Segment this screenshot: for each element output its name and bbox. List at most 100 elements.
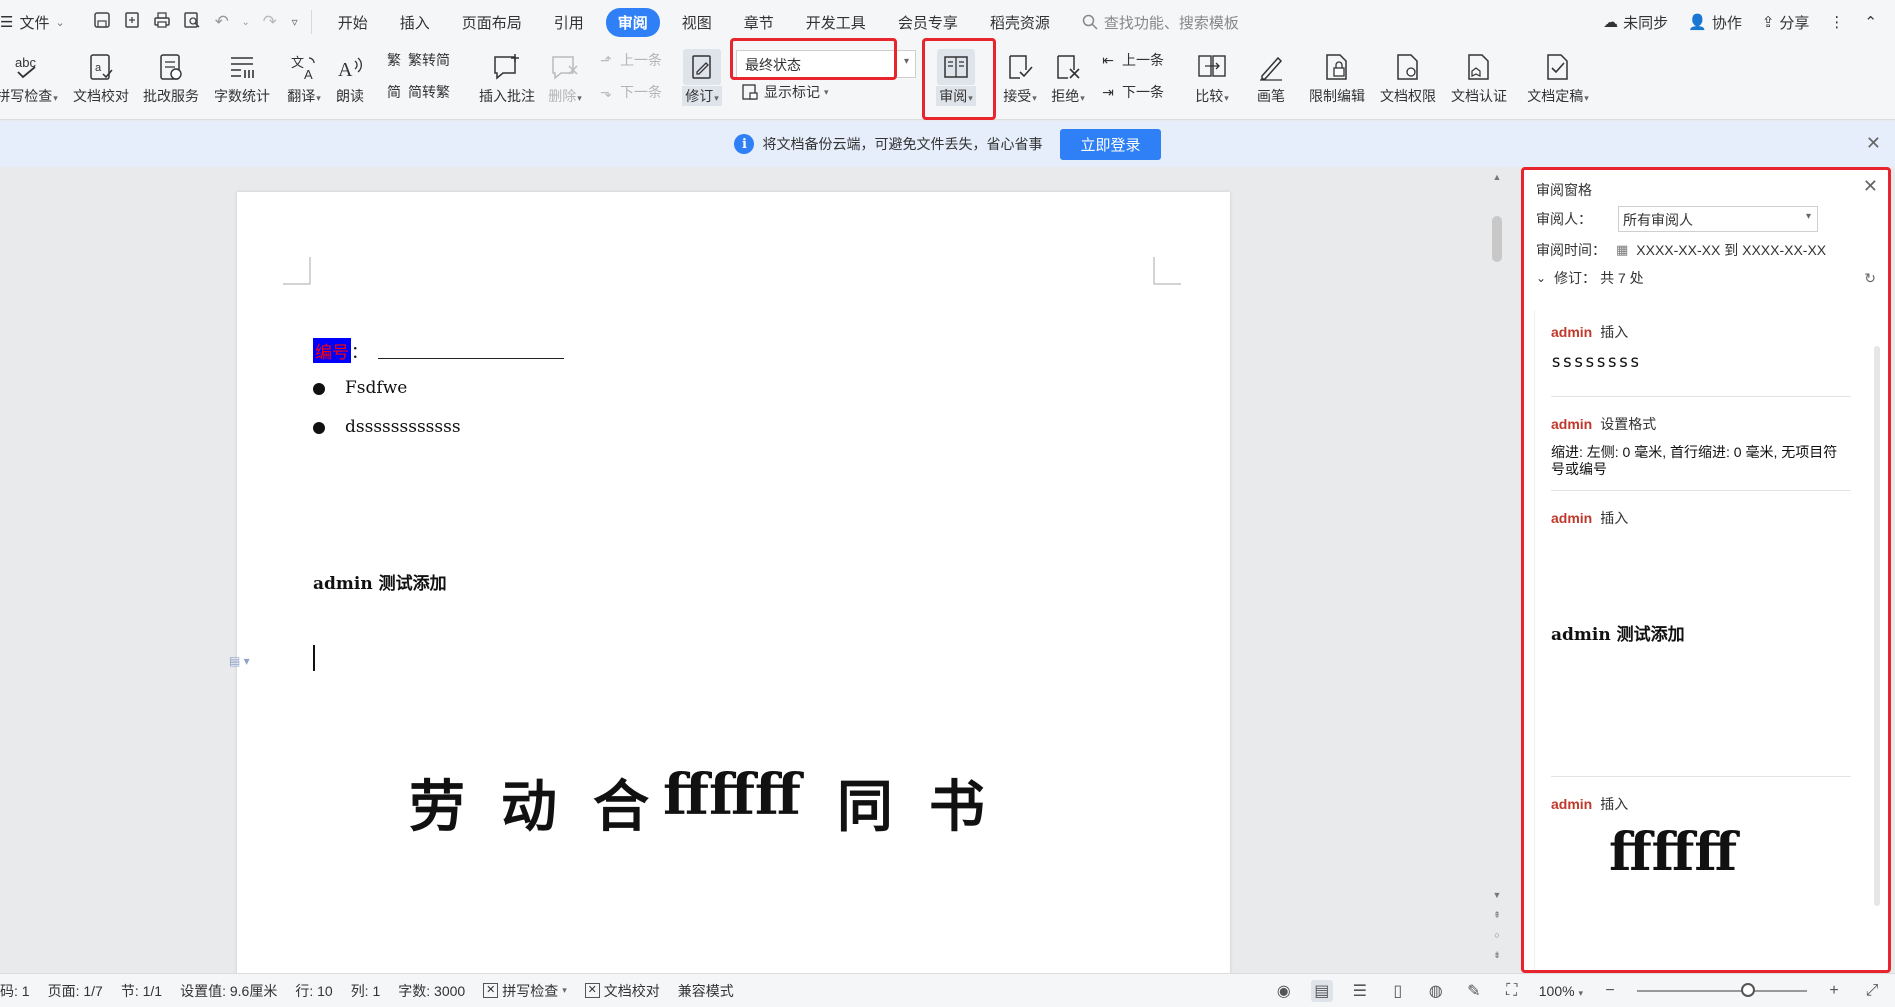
review-pane-button[interactable]: 审阅▾ xyxy=(923,48,989,106)
proofread-icon: ✕ xyxy=(584,983,600,998)
simp-to-trad-button[interactable]: 简 简转繁 xyxy=(384,82,450,102)
trad-to-simp-button[interactable]: 繁 繁转简 xyxy=(384,50,450,70)
more-icon[interactable]: ⋮ xyxy=(1829,13,1844,31)
quick-access-toolbar: ↶ ⌄ ↷ ▿ xyxy=(81,10,312,34)
tab-review[interactable]: 审阅 xyxy=(605,7,660,37)
reviewer-filter: 审阅人： 所有审阅人 ▾ xyxy=(1536,206,1818,232)
refresh-icon[interactable]: ↻ xyxy=(1864,270,1876,287)
undo-icon[interactable]: ↶ xyxy=(211,12,233,32)
zoom-level[interactable]: 100% ▾ xyxy=(1539,983,1583,999)
doc-permission-button[interactable]: 文档权限 xyxy=(1373,48,1443,106)
word-count-button[interactable]: 字数统计 xyxy=(207,48,277,106)
zoom-slider[interactable] xyxy=(1637,982,1807,997)
calendar-icon[interactable]: ▦ xyxy=(1616,242,1628,258)
divider xyxy=(1551,490,1851,491)
prev-comment-button[interactable]: ⬏ 上一条 xyxy=(596,50,662,70)
text-cursor xyxy=(313,645,315,671)
paste-options-icon[interactable]: ▤ ▾ xyxy=(229,654,250,668)
chevron-down-icon[interactable]: ⌄ xyxy=(241,17,251,28)
page-indicator[interactable]: 页面: 1/7 xyxy=(39,981,112,1001)
web-view-icon[interactable]: ◍ xyxy=(1425,980,1447,1002)
search-placeholder: 查找功能、搜索模板 xyxy=(1103,14,1239,32)
tab-chapter[interactable]: 章节 xyxy=(728,12,790,33)
scroll-down-icon[interactable]: ▼ xyxy=(1490,890,1504,900)
track-changes-button[interactable]: 修订▾ xyxy=(672,48,732,106)
fullscreen-icon[interactable]: ⤢ xyxy=(1861,980,1883,1002)
next-comment-button[interactable]: ⬎ 下一条 xyxy=(596,82,662,102)
prev-change-button[interactable]: ⇤ 上一条 xyxy=(1098,50,1164,70)
compat-mode-indicator: 兼容模式 xyxy=(677,982,734,999)
read-aloud-button[interactable]: A 朗读 xyxy=(315,48,385,106)
tab-view[interactable]: 视图 xyxy=(666,12,728,33)
outline-view-icon[interactable]: ☰ xyxy=(1349,980,1371,1002)
bullet-item: dssssssssssss xyxy=(313,417,461,437)
sync-button[interactable]: ☁ 未同步 xyxy=(1603,12,1668,33)
show-markup-button[interactable]: 显示标记 ▾ xyxy=(740,82,829,102)
next-change-button[interactable]: ⇥ 下一条 xyxy=(1098,82,1164,102)
tab-developer[interactable]: 开发工具 xyxy=(790,12,882,33)
spell-check-status[interactable]: ✕ 拼写检查 ▾ xyxy=(474,981,576,1001)
close-icon[interactable]: ✕ xyxy=(1863,176,1878,197)
reading-view-icon[interactable]: ▯ xyxy=(1387,980,1409,1002)
proofread-status[interactable]: ✕ 文档校对 xyxy=(576,981,669,1001)
print-preview-icon[interactable] xyxy=(181,11,203,34)
revision-card[interactable]: admin 设置格式 缩进: 左侧: 0 毫米, 首行缩进: 0 毫米, 无项目符… xyxy=(1551,414,1851,478)
tab-docer-resources[interactable]: 稻壳资源 xyxy=(974,12,1066,33)
collapse-ribbon-icon[interactable]: ⌃ xyxy=(1864,13,1877,31)
correction-service-button[interactable]: 批改服务 xyxy=(136,48,206,106)
review-pane-scrollbar[interactable] xyxy=(1874,346,1880,906)
zoom-slider-handle[interactable] xyxy=(1741,982,1755,997)
doc-auth-button[interactable]: 文档认证 xyxy=(1444,48,1514,106)
pen-button[interactable]: 画笔 xyxy=(1236,48,1306,106)
next-change-icon: ⇥ xyxy=(1102,83,1114,100)
share-button[interactable]: ⇪ 分享 xyxy=(1762,12,1810,33)
eye-protection-icon[interactable]: ◉ xyxy=(1273,980,1295,1002)
chevron-down-icon[interactable]: ⌄ xyxy=(1536,271,1546,285)
word-count-indicator[interactable]: 字数: 3000 xyxy=(389,981,474,1001)
tab-member[interactable]: 会员专享 xyxy=(882,12,974,33)
select-browse-icon[interactable]: ○ xyxy=(1490,930,1504,940)
svg-text:a: a xyxy=(95,62,102,74)
redo-icon[interactable]: ↷ xyxy=(259,12,281,32)
save-icon[interactable] xyxy=(91,11,113,34)
close-icon[interactable]: ✕ xyxy=(1866,133,1881,154)
document-page[interactable]: 编号 ： Fsdfwe dssssssssssss admin 测试添加 ▤ ▾… xyxy=(229,192,1230,973)
doc-finalize-button[interactable]: 文档定稿▾ xyxy=(1519,48,1597,106)
zoom-in-icon[interactable]: + xyxy=(1823,980,1845,1002)
zoom-out-icon[interactable]: − xyxy=(1599,980,1621,1002)
tab-page-layout[interactable]: 页面布局 xyxy=(446,12,538,33)
reviewer-select[interactable]: 所有审阅人 ▾ xyxy=(1618,206,1818,232)
login-button[interactable]: 立即登录 xyxy=(1060,128,1161,160)
revision-card[interactable]: admin 插入 ssssssss xyxy=(1551,322,1851,372)
view-controls: ◉ ▤ ☰ ▯ ◍ ✎ ⛶ 100% ▾ − + ⤢ xyxy=(1273,979,1895,1002)
scrollbar-thumb[interactable] xyxy=(1492,216,1502,262)
restrict-edit-button[interactable]: 限制编辑 xyxy=(1302,48,1372,106)
display-mode-select[interactable]: 最终状态 ▾ xyxy=(736,50,916,78)
tab-insert[interactable]: 插入 xyxy=(384,12,446,33)
delete-comment-button[interactable]: 删除▾ xyxy=(530,48,600,106)
tab-references[interactable]: 引用 xyxy=(538,12,600,33)
export-icon[interactable] xyxy=(121,11,143,34)
write-mode-icon[interactable]: ✎ xyxy=(1463,980,1485,1002)
revision-card[interactable]: admin 插入 ffffff xyxy=(1551,794,1851,883)
fit-page-icon[interactable]: ⛶ xyxy=(1501,980,1523,1002)
page-view-icon[interactable]: ▤ xyxy=(1310,979,1333,1002)
file-menu[interactable]: ☰ 文件 ⌄ xyxy=(0,12,81,33)
reject-button[interactable]: 拒绝▾ xyxy=(1033,48,1103,106)
print-icon[interactable] xyxy=(151,11,173,34)
prev-page-icon[interactable]: ⇞ xyxy=(1490,910,1504,921)
tab-home[interactable]: 开始 xyxy=(322,12,384,33)
number-field: 编号 ： xyxy=(313,338,564,363)
review-time-range[interactable]: XXXX-XX-XX 到 XXXX-XX-XX xyxy=(1636,240,1826,260)
doc-proofread-button[interactable]: a 文档校对 xyxy=(66,48,136,106)
search-box[interactable]: 查找功能、搜索模板 xyxy=(1066,12,1239,33)
document-canvas[interactable]: 编号 ： Fsdfwe dssssssssssss admin 测试添加 ▤ ▾… xyxy=(0,167,1515,973)
scroll-up-icon[interactable]: ▲ xyxy=(1490,172,1504,182)
next-page-icon[interactable]: ⇟ xyxy=(1490,950,1504,961)
spell-check-button[interactable]: abc 拼写检查▾ xyxy=(0,48,62,106)
collaborate-button[interactable]: 👤 协作 xyxy=(1688,12,1742,33)
revision-card[interactable]: admin 插入 admin 测试添加 xyxy=(1551,508,1851,645)
document-scrollbar[interactable]: ▲ ▼ ⇞ ○ ⇟ xyxy=(1490,172,1504,967)
customize-icon[interactable]: ▿ xyxy=(289,15,301,29)
page-corner-mark xyxy=(283,257,311,285)
